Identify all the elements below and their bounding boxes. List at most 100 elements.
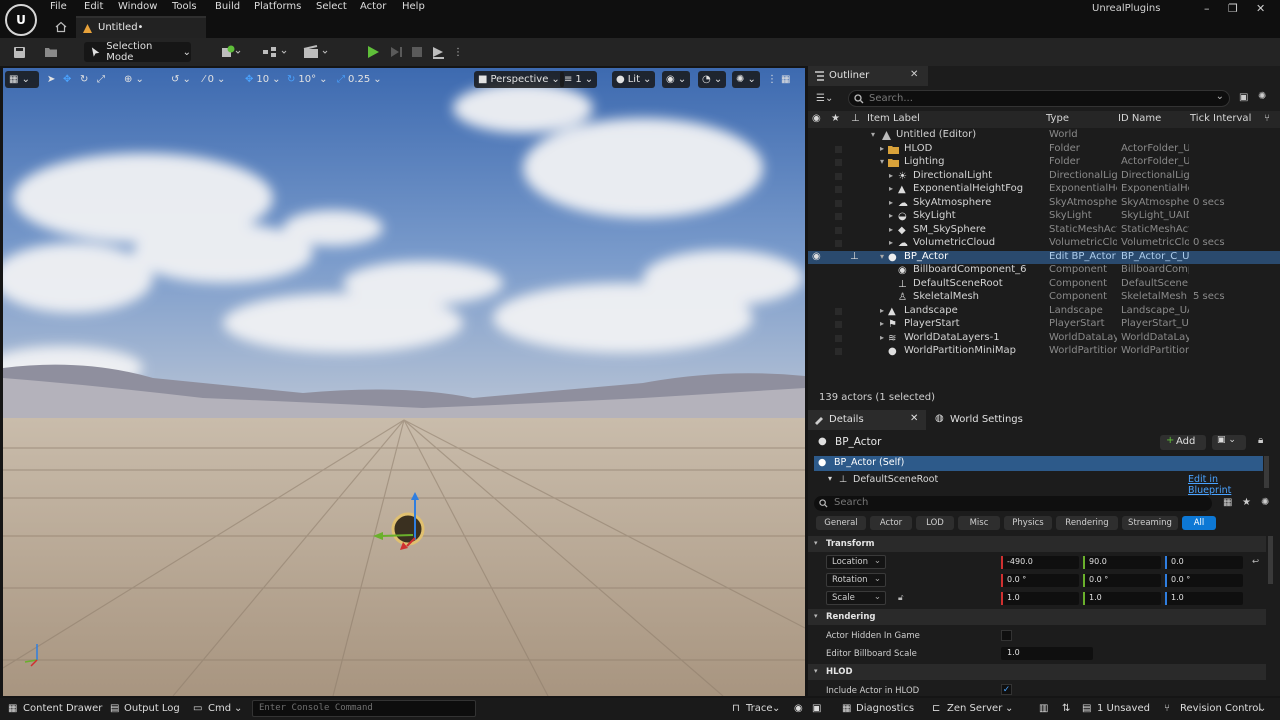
location-snap-control[interactable]: ✥ 10 ⌄: [241, 71, 285, 88]
view-mode-dropdown[interactable]: ● Lit ⌄: [612, 71, 656, 88]
outliner-row[interactable]: ▸ ☁ SkyAtmosphere SkyAtmosphere SkyAtmos…: [808, 197, 1280, 211]
menu-edit[interactable]: Edit: [84, 1, 103, 12]
revision-control-dropdown[interactable]: Revision Control: [1180, 703, 1261, 714]
filter-all[interactable]: All: [1182, 516, 1216, 530]
billboard-scale-field[interactable]: 1.0: [1001, 647, 1093, 660]
minimize-icon[interactable]: –: [1204, 2, 1210, 15]
visibility-toggle[interactable]: [835, 213, 842, 220]
pin-icon[interactable]: ⊥: [851, 113, 860, 124]
cmd-dropdown[interactable]: Cmd: [208, 703, 231, 714]
console-input[interactable]: Enter Console Command: [252, 700, 476, 717]
outliner-row[interactable]: ● WorldPartitionMiniMap WorldPartition W…: [808, 345, 1280, 359]
expand-arrow-icon[interactable]: ▸: [880, 319, 884, 328]
column-item-label[interactable]: Item Label: [867, 113, 920, 124]
details-search-input[interactable]: Search: [814, 496, 1212, 511]
include-hlod-checkbox[interactable]: ✓: [1001, 684, 1012, 695]
chevron-down-icon[interactable]: ⌄: [1005, 703, 1013, 714]
details-settings-icon[interactable]: ✺: [1261, 497, 1269, 508]
show-flags-icon[interactable]: ◉ ⌄: [662, 71, 691, 88]
rotation-dropdown[interactable]: Rotation ⌄: [826, 573, 886, 587]
scale-dropdown[interactable]: Scale ⌄: [826, 591, 886, 605]
expand-arrow-icon[interactable]: ▸: [889, 184, 893, 193]
outliner-row[interactable]: ◉ BillboardComponent_6 Component Billboa…: [808, 264, 1280, 278]
perspective-dropdown[interactable]: ■ Perspective ⌄: [474, 71, 564, 88]
output-log-button[interactable]: Output Log: [124, 703, 180, 714]
play-button[interactable]: [364, 42, 382, 62]
cinematics-icon[interactable]: [302, 42, 332, 62]
filter-misc[interactable]: Misc: [958, 516, 1000, 530]
chevron-down-icon[interactable]: ⌄: [772, 703, 780, 714]
location-dropdown[interactable]: Location ⌄: [826, 555, 886, 569]
expand-arrow-icon[interactable]: ▸: [889, 238, 893, 247]
expand-arrow-icon[interactable]: ▸: [889, 198, 893, 207]
source-control-icon[interactable]: ▥: [1039, 703, 1048, 714]
scale-z-field[interactable]: 1.0: [1165, 592, 1243, 605]
expand-arrow-icon[interactable]: ▸: [880, 306, 884, 315]
details-scrollbar[interactable]: [1268, 536, 1273, 584]
outliner-row[interactable]: ▸ ≋ WorldDataLayers-1 WorldDataLaye Worl…: [808, 332, 1280, 346]
section-rendering[interactable]: ▾ Rendering: [808, 609, 1266, 625]
outliner-row[interactable]: ▾ Untitled (Editor) World: [808, 129, 1280, 143]
document-tab[interactable]: Untitled•: [76, 16, 206, 38]
outliner-settings-icon[interactable]: ✺: [1258, 91, 1266, 102]
search-dropdown-icon[interactable]: ⌄: [1216, 91, 1224, 102]
visibility-icon[interactable]: ◉: [812, 251, 821, 262]
visibility-toggle[interactable]: [835, 240, 842, 247]
collapse-arrow-icon[interactable]: ▾: [871, 130, 875, 139]
save-icon[interactable]: [10, 42, 28, 62]
column-id-name[interactable]: ID Name: [1118, 113, 1161, 124]
outliner-row[interactable]: ▸ HLOD Folder ActorFolder_UI: [808, 143, 1280, 157]
expand-arrow-icon[interactable]: ▸: [889, 171, 893, 180]
rotate-tool-icon[interactable]: ↻: [76, 71, 92, 88]
section-transform[interactable]: ▾ Transform: [808, 536, 1266, 552]
menu-select[interactable]: Select: [316, 1, 347, 12]
menu-window[interactable]: Window: [118, 1, 157, 12]
outliner-search-input[interactable]: Search... ⌄: [848, 90, 1230, 107]
column-type[interactable]: Type: [1046, 113, 1069, 124]
edit-blueprint-link[interactable]: Edit BP_Actor: [1049, 251, 1117, 262]
tab-details[interactable]: Details ✕: [808, 410, 926, 430]
performance-icon[interactable]: ◔ ⌄: [698, 71, 727, 88]
visibility-toggle[interactable]: [835, 186, 842, 193]
outliner-row[interactable]: ▾ Lighting Folder ActorFolder_UI: [808, 156, 1280, 170]
filter-icon[interactable]: ☰⌄: [816, 93, 833, 104]
unreal-logo-icon[interactable]: U: [5, 4, 37, 36]
filter-rendering[interactable]: Rendering: [1056, 516, 1118, 530]
column-tick-interval[interactable]: Tick Interval: [1190, 113, 1251, 124]
scale-x-field[interactable]: 1.0: [1001, 592, 1079, 605]
stop-button[interactable]: [408, 42, 426, 62]
menu-tools[interactable]: Tools: [172, 1, 197, 12]
menu-help[interactable]: Help: [402, 1, 425, 12]
actor-hidden-checkbox[interactable]: [1001, 630, 1012, 641]
visibility-icon[interactable]: ◉: [812, 113, 821, 124]
visibility-toggle[interactable]: [835, 226, 842, 234]
pin-icon[interactable]: ⊥: [850, 251, 859, 262]
blueprint-options-icon[interactable]: ▣ ⌄: [1212, 435, 1246, 450]
screenshot-icon[interactable]: ▣: [812, 703, 821, 714]
blueprint-icon[interactable]: [261, 42, 291, 62]
grid-snap-control[interactable]: ⁄ 0 ⌄: [199, 71, 229, 88]
location-x-field[interactable]: -490.0: [1001, 556, 1079, 569]
favorite-icon[interactable]: ★: [831, 113, 840, 124]
component-scene-root[interactable]: ▾ ⊥ DefaultSceneRoot Edit in Blueprint: [814, 473, 1263, 496]
scale-tool-icon[interactable]: ⤢: [93, 71, 109, 88]
zen-server-dropdown[interactable]: Zen Server: [947, 703, 1002, 714]
rotation-z-field[interactable]: 0.0 °: [1165, 574, 1243, 587]
components-scrollbar[interactable]: [1264, 456, 1269, 488]
translate-tool-icon[interactable]: ✥: [59, 71, 75, 88]
tab-world-settings[interactable]: ◍ World Settings: [928, 410, 1058, 430]
add-actor-icon[interactable]: [218, 42, 244, 62]
rotation-snap-control[interactable]: ↻ 10° ⌄: [283, 71, 332, 88]
select-tool-icon[interactable]: ➤: [43, 71, 59, 88]
close-window-icon[interactable]: ✕: [1256, 2, 1265, 15]
output-log-icon[interactable]: ▤: [110, 703, 119, 714]
reset-arrow-icon[interactable]: ↩: [1252, 557, 1259, 567]
outliner-row[interactable]: ▸ ⚑ PlayerStart PlayerStart PlayerStart_…: [808, 318, 1280, 332]
outliner-row-selected[interactable]: ◉ ⊥ ▾ ● BP_Actor Edit BP_Actor BP_Actor_…: [808, 250, 1280, 264]
rotation-x-field[interactable]: 0.0 °: [1001, 574, 1079, 587]
content-drawer-icon[interactable]: ▦: [8, 703, 17, 714]
outliner-row[interactable]: ▸ ◆ SM_SkySphere StaticMeshAct StaticMes…: [808, 224, 1280, 238]
table-view-icon[interactable]: ▦: [1223, 497, 1232, 508]
menu-file[interactable]: File: [50, 1, 67, 12]
derived-data-icon[interactable]: ⇅: [1062, 703, 1070, 714]
